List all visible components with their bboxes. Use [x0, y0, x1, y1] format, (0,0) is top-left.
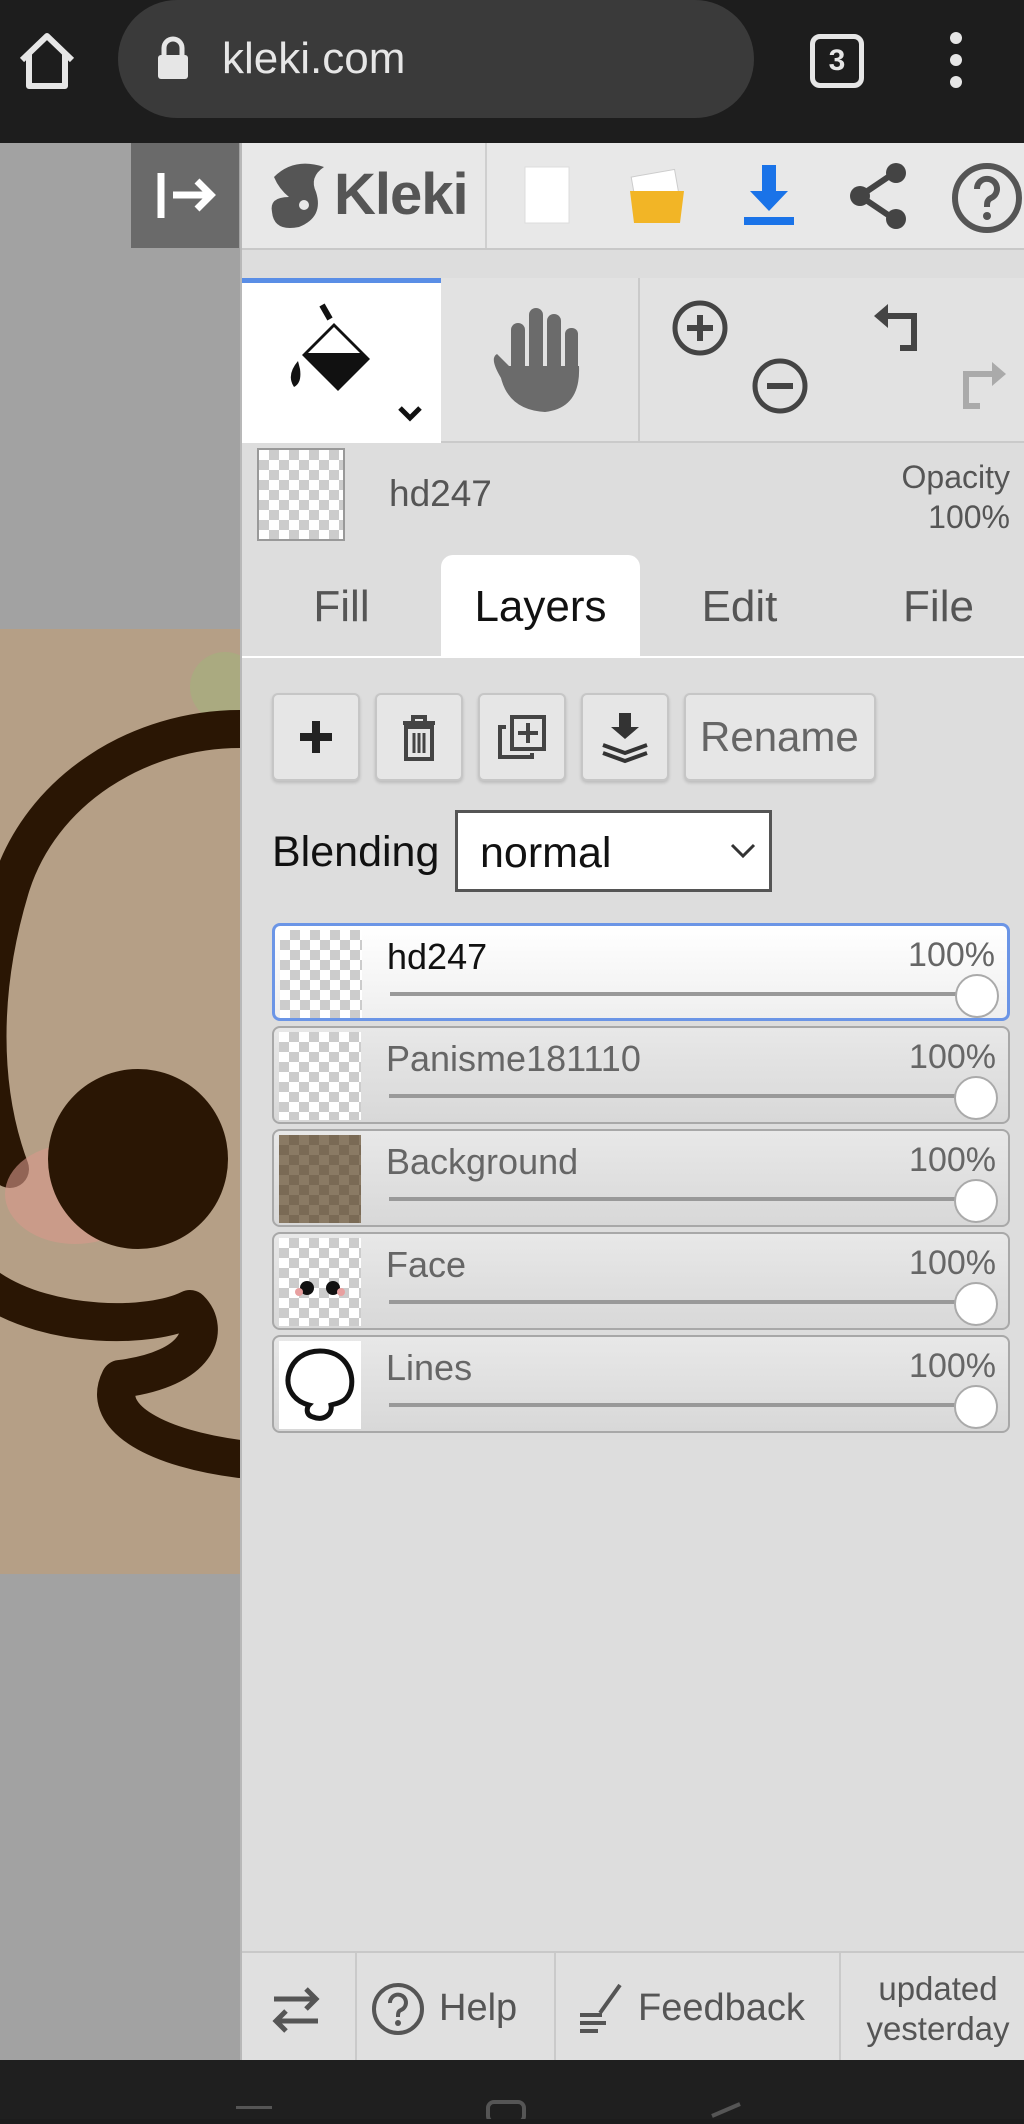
feedback-icon[interactable]: [576, 1979, 626, 2035]
help-icon[interactable]: [950, 161, 1022, 233]
opacity-slider[interactable]: [389, 1094, 990, 1098]
opacity-slider[interactable]: [389, 1197, 990, 1201]
opacity-slider[interactable]: [389, 1403, 990, 1407]
lock-icon: [156, 36, 190, 80]
layer-actions: Rename: [242, 693, 1024, 788]
share-icon[interactable]: [844, 161, 914, 231]
swap-icon[interactable]: [266, 1981, 326, 2037]
layer-name: Panisme181110: [386, 1038, 641, 1079]
layer-row[interactable]: Panisme181110 100%: [272, 1026, 1010, 1124]
chevron-down-icon: [730, 843, 756, 859]
tab-layers[interactable]: Layers: [441, 555, 640, 658]
opacity-label: Opacity: [901, 459, 1010, 495]
url-text[interactable]: kleki.com: [222, 34, 405, 84]
merge-down-icon: [602, 713, 648, 764]
blending-value: normal: [480, 829, 612, 877]
opacity-slider-handle[interactable]: [954, 1076, 998, 1120]
layer-thumbnail: [279, 1341, 361, 1429]
open-folder-icon[interactable]: [624, 161, 694, 231]
layer-opacity: 100%: [908, 936, 995, 974]
address-bar[interactable]: [118, 0, 754, 118]
rename-layer-button[interactable]: Rename: [684, 693, 876, 781]
tab-edit[interactable]: Edit: [640, 555, 839, 658]
opacity-slider[interactable]: [390, 992, 989, 996]
opacity-value: 100%: [928, 499, 1010, 535]
home-icon[interactable]: [14, 28, 80, 94]
opacity-slider[interactable]: [389, 1300, 990, 1304]
opacity-slider-handle[interactable]: [954, 1179, 998, 1223]
paint-bucket-icon: [290, 303, 370, 391]
back-icon: [711, 2102, 741, 2118]
layer-opacity: 100%: [909, 1244, 996, 1282]
update-status-line1: updated: [878, 1970, 998, 2007]
drawing-canvas[interactable]: [0, 143, 240, 2060]
side-panel: Kleki hd247 Opacity 100% Fill Layers Edi…: [240, 143, 1024, 2062]
new-image-icon[interactable]: [512, 161, 582, 231]
layer-thumbnail: [279, 1238, 361, 1326]
opacity-slider-handle[interactable]: [954, 1282, 998, 1326]
current-layer-thumbnail: [257, 448, 345, 541]
blending-select[interactable]: normal: [455, 810, 772, 892]
chevron-down-icon: [398, 406, 422, 422]
layer-name: Lines: [386, 1347, 473, 1388]
help-icon: [372, 1983, 424, 2035]
panel-footer: Help Feedback updated yesterday: [242, 1951, 1024, 2062]
layer-thumbnail: [279, 1032, 361, 1120]
zoom-in-icon[interactable]: [670, 298, 730, 358]
opacity-slider-handle[interactable]: [954, 1385, 998, 1429]
layer-opacity: 100%: [909, 1141, 996, 1179]
recents-icon: [236, 2106, 272, 2109]
app-logo-text: Kleki: [334, 162, 469, 227]
duplicate-layer-icon: [498, 715, 546, 759]
tabs-icon[interactable]: 3: [810, 34, 864, 88]
fill-tool-button[interactable]: [242, 278, 441, 443]
tab-file[interactable]: File: [839, 555, 1024, 658]
layer-name: hd247: [387, 936, 488, 977]
feedback-label[interactable]: Feedback: [638, 1987, 805, 2030]
layer-row[interactable]: Lines 100%: [272, 1335, 1010, 1433]
opacity-readout[interactable]: Opacity 100%: [870, 457, 1010, 537]
layer-thumbnail: [279, 1135, 361, 1223]
add-layer-button[interactable]: [272, 693, 360, 781]
canvas-artwork: [0, 629, 240, 1574]
rename-label: Rename: [700, 713, 859, 760]
update-status[interactable]: updated yesterday: [852, 1969, 1024, 2049]
opacity-slider-handle[interactable]: [955, 974, 999, 1018]
layer-row[interactable]: Background 100%: [272, 1129, 1010, 1227]
browser-toolbar: kleki.com 3: [0, 0, 1024, 143]
add-layer-icon: [300, 721, 332, 753]
collapse-panel-icon[interactable]: [131, 143, 239, 248]
home-nav-icon: [486, 2100, 526, 2124]
main-toolbar: Kleki: [242, 143, 1024, 250]
undo-icon[interactable]: [870, 298, 930, 358]
panel-tabs: Fill Layers Edit File: [242, 555, 1024, 658]
layer-opacity: 100%: [909, 1038, 996, 1076]
overflow-menu-icon[interactable]: [940, 30, 972, 90]
duplicate-layer-button[interactable]: [478, 693, 566, 781]
blending-label: Blending: [272, 828, 440, 876]
layer-row[interactable]: hd247 100%: [272, 923, 1010, 1021]
delete-layer-icon: [403, 715, 435, 761]
tab-fill[interactable]: Fill: [242, 555, 441, 658]
current-layer-name: hd247: [389, 473, 492, 514]
layer-name: Face: [386, 1244, 467, 1285]
download-icon[interactable]: [734, 161, 804, 231]
delete-layer-button[interactable]: [375, 693, 463, 781]
hand-tool-button[interactable]: [441, 278, 640, 443]
system-nav-bar: [0, 2060, 1024, 2124]
hand-icon: [493, 308, 580, 412]
help-label[interactable]: Help: [439, 1987, 517, 2030]
layer-thumbnail: [280, 930, 362, 1018]
merge-down-button[interactable]: [581, 693, 669, 781]
layer-row[interactable]: Face 100%: [272, 1232, 1010, 1330]
update-status-line2: yesterday: [866, 2010, 1010, 2047]
redo-icon[interactable]: [950, 356, 1010, 416]
layer-name: Background: [386, 1141, 579, 1182]
layer-opacity: 100%: [909, 1347, 996, 1385]
zoom-out-icon[interactable]: [750, 356, 810, 416]
tool-row: [242, 278, 1024, 443]
